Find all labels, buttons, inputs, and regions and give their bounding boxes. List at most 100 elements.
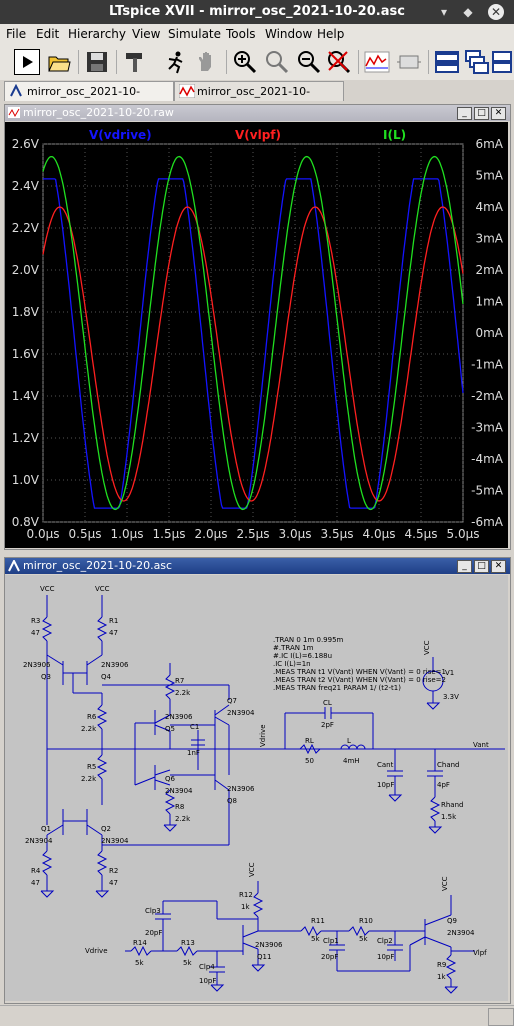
y-right-tick-label: -5mA <box>471 484 504 498</box>
run-figure-icon[interactable] <box>162 49 188 75</box>
legend-vlpf[interactable]: V(vlpf) <box>235 128 281 142</box>
q2-label: Q2 <box>101 825 111 833</box>
menu-window[interactable]: Window <box>265 27 312 41</box>
y-left-tick-label: 1.2V <box>12 431 40 445</box>
schematic-window-titlebar: mirror_osc_2021-10-20.asc _ □ ✕ <box>5 558 510 574</box>
window-titlebar: LTspice XVII - mirror_osc_2021-10-20.asc… <box>0 0 514 24</box>
legend-vdrive[interactable]: V(vdrive) <box>89 128 152 142</box>
maximize-icon[interactable]: □ <box>474 107 489 120</box>
rhand-value: 1.5k <box>441 813 457 821</box>
run-icon[interactable] <box>14 49 40 75</box>
q11-label: Q11 <box>257 953 271 961</box>
directive-6[interactable]: .MEAS TRAN t2 V(Vant) WHEN V(Vant) = 0 r… <box>273 676 446 684</box>
r9-value: 1k <box>437 973 446 981</box>
directive-4[interactable]: .IC I(L)=1n <box>273 660 311 668</box>
restore-icon[interactable]: ◆ <box>460 4 476 20</box>
menu-simulate[interactable]: Simulate <box>168 27 221 41</box>
l-label: L <box>347 737 351 745</box>
q8-label: Q8 <box>227 797 237 805</box>
schematic-icon <box>8 558 20 575</box>
menu-tools[interactable]: Tools <box>226 27 256 41</box>
y-right-tick-label: 6mA <box>475 137 503 151</box>
r5-value: 2.2k <box>81 775 97 783</box>
close-icon[interactable]: ✕ <box>491 560 506 573</box>
cl-value: 2pF <box>321 721 334 729</box>
x-tick-label: 4.5µs <box>405 527 438 541</box>
tab-waveform[interactable]: mirror_osc_2021-10-20.raw <box>174 81 344 117</box>
clp3-label: Clp3 <box>145 907 161 915</box>
minimize-icon[interactable]: _ <box>457 107 472 120</box>
waveform-window-title: mirror_osc_2021-10-20.raw <box>23 106 174 119</box>
minimize-icon[interactable]: ▾ <box>436 4 452 20</box>
q1-type: 2N3904 <box>25 837 53 845</box>
waveform-plot[interactable]: 0.0µs 0.5µs 1.0µs 1.5µs 2.0µs 2.5µs 3.0µs 3.5µs… <box>5 122 508 548</box>
waveform-window-titlebar: mirror_osc_2021-10-20.raw _ □ ✕ <box>5 105 510 121</box>
menu-edit[interactable]: Edit <box>36 27 59 41</box>
y-right-tick-label: -2mA <box>471 389 504 403</box>
open-folder-icon[interactable] <box>46 49 72 75</box>
vant-net-label: Vant <box>473 741 489 749</box>
menu-hierarchy[interactable]: Hierarchy <box>68 27 126 41</box>
q6-label: Q6 <box>165 775 176 783</box>
y-right-tick-label: 3mA <box>475 232 503 246</box>
directive-2[interactable]: #.TRAN 1m <box>273 644 314 652</box>
r13-value: 5k <box>183 959 192 967</box>
status-bar <box>0 1005 514 1026</box>
zoom-fit-icon[interactable] <box>326 49 352 75</box>
directive-7[interactable]: .MEAS TRAN freq21 PARAM 1/ (t2-t1) <box>273 684 401 692</box>
cascade-icon[interactable] <box>464 49 490 75</box>
y-right-tick-label: -6mA <box>471 515 504 529</box>
y-right-tick-label: 4mA <box>475 200 503 214</box>
close-icon[interactable]: ✕ <box>491 107 506 120</box>
vcc-label: VCC <box>248 862 256 877</box>
r2-label: R2 <box>109 867 118 875</box>
minimize-icon[interactable]: _ <box>457 560 472 573</box>
legend-il[interactable]: I(L) <box>383 128 406 142</box>
component-icon[interactable] <box>396 49 422 75</box>
v1-label: V1 <box>445 669 454 677</box>
r1-value: 47 <box>109 629 118 637</box>
r7-label: R7 <box>175 677 184 685</box>
vcc-label: VCC <box>441 876 449 891</box>
schematic-canvas[interactable]: VCC VCC R3 47 R1 47 2N3906 Q3 2N3906 Q4 … <box>5 575 508 1001</box>
r11-value: 5k <box>311 935 320 943</box>
tab-schematic[interactable]: mirror_osc_2021-10-20.asc <box>4 81 174 117</box>
x-tick-label: 1.5µs <box>153 527 186 541</box>
zoom-out-icon[interactable] <box>296 49 322 75</box>
x-tick-label: 5.0µs <box>447 527 480 541</box>
r3-value: 47 <box>31 629 40 637</box>
save-icon[interactable] <box>84 49 110 75</box>
q2-type: 2N3904 <box>101 837 129 845</box>
q5-label: Q5 <box>165 725 175 733</box>
waveform-icon <box>8 107 20 121</box>
clp2-value: 10pF <box>377 953 394 961</box>
y-left-tick-label: 1.6V <box>12 347 40 361</box>
r6-value: 2.2k <box>81 725 97 733</box>
q3-type: 2N3906 <box>23 661 51 669</box>
halt-hand-icon[interactable] <box>194 49 220 75</box>
clp1-value: 20pF <box>321 953 338 961</box>
menu-file[interactable]: File <box>6 27 26 41</box>
menu-view[interactable]: View <box>132 27 160 41</box>
vcc-label: VCC <box>423 640 431 655</box>
tile-vertical-icon[interactable] <box>492 49 512 75</box>
close-icon[interactable]: ✕ <box>488 4 504 20</box>
zoom-pan-icon[interactable] <box>264 49 290 75</box>
zoom-in-icon[interactable] <box>232 49 258 75</box>
tile-horizontal-icon[interactable] <box>434 49 460 75</box>
menu-help[interactable]: Help <box>317 27 344 41</box>
directive-5[interactable]: .MEAS TRAN t1 V(Vant) WHEN V(Vant) = 0 r… <box>273 668 446 676</box>
x-tick-label: 4.0µs <box>363 527 396 541</box>
menu-bar: File Edit Hierarchy View Simulate Tools … <box>0 24 514 44</box>
schematic-window: mirror_osc_2021-10-20.asc _ □ ✕ VCC VCC … <box>4 557 511 1004</box>
waveform-view-icon[interactable] <box>364 49 390 75</box>
r10-label: R10 <box>359 917 373 925</box>
r2-value: 47 <box>109 879 118 887</box>
hammer-icon[interactable] <box>122 49 148 75</box>
directive-3[interactable]: #.IC I(L)=6.188u <box>273 652 332 660</box>
directive-1[interactable]: .TRAN 0 1m 0.995m <box>273 636 344 644</box>
x-tick-label: 1.0µs <box>111 527 144 541</box>
r12-label: R12 <box>239 891 253 899</box>
y-right-tick-label: -4mA <box>471 452 504 466</box>
maximize-icon[interactable]: □ <box>474 560 489 573</box>
